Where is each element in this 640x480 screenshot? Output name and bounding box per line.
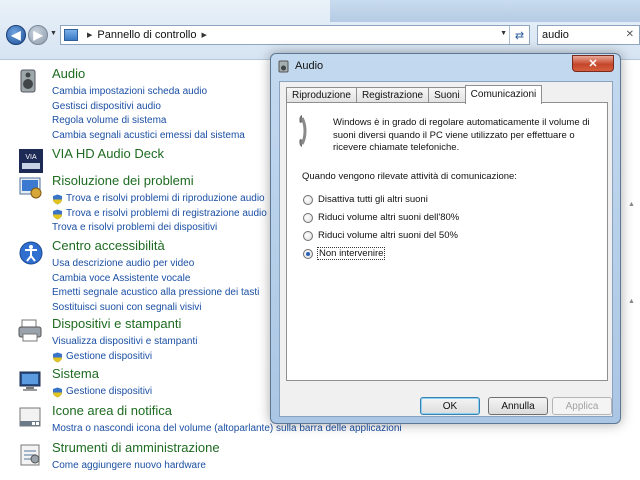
uac-shield-icon — [53, 194, 62, 205]
forward-button[interactable]: ▶ — [28, 25, 48, 45]
link-show-hide-volume-icon[interactable]: Mostra o nascondi icona del volume (alto… — [52, 422, 402, 437]
tab-strip: Riproduzione Registrazione Suoni Comunic… — [286, 85, 543, 104]
uac-shield-icon — [53, 209, 62, 219]
category-title[interactable]: Audio — [52, 66, 85, 81]
tab-playback[interactable]: Riproduzione — [286, 87, 357, 103]
printer-icon — [18, 319, 42, 342]
admin-tools-icon — [20, 444, 40, 466]
option-label: Riduci volume altri suoni dell'80% — [318, 212, 460, 223]
tab-sounds[interactable]: Suoni — [428, 87, 466, 103]
option-label: Non intervenire — [316, 247, 386, 260]
link-key-beep[interactable]: Emetti segnale acustico alla pressione d… — [52, 286, 259, 301]
category-title[interactable]: VIA HD Audio Deck — [52, 146, 164, 161]
via-deck-icon: VIA — [19, 149, 43, 173]
link-change-narrator-voice[interactable]: Cambia voce Assistente vocale — [52, 272, 259, 287]
apply-button[interactable]: Applica — [552, 397, 612, 415]
explorer-toolbar: ◀ ▶ ▼ ▶ Pannello di controllo ▶ ▼ ⇄ audi… — [0, 0, 640, 60]
option-reduce-50[interactable]: Riduci volume altri suoni del 50% — [303, 230, 458, 241]
category-title[interactable]: Icone area di notifica — [52, 403, 172, 418]
tab-recording[interactable]: Registrazione — [355, 87, 430, 103]
link-label: Gestione dispositivi — [66, 350, 153, 362]
recent-pages-dropdown[interactable]: ▼ — [50, 30, 57, 37]
category-title[interactable]: Dispositivi e stampanti — [52, 316, 181, 331]
close-icon: ✕ — [588, 58, 598, 70]
window-glass — [330, 0, 640, 22]
accessibility-icon — [19, 241, 43, 265]
control-panel-icon — [64, 29, 78, 41]
link-device-manager[interactable]: Gestione dispositivi — [52, 385, 152, 400]
radio-button[interactable] — [303, 248, 313, 259]
arrow-left-icon: ◀ — [11, 28, 21, 42]
ok-button[interactable]: OK — [420, 397, 480, 415]
chevron-up-icon: ▲ — [628, 201, 635, 208]
cancel-button[interactable]: Annulla — [488, 397, 548, 415]
link-adjust-system-volume[interactable]: Regola volume di sistema — [52, 114, 245, 129]
back-button[interactable]: ◀ — [6, 25, 26, 45]
category-title[interactable]: Sistema — [52, 366, 99, 381]
option-mute-all[interactable]: Disattiva tutti gli altri suoni — [303, 194, 428, 205]
link-troubleshoot-playback[interactable]: Trova e risolvi problemi di riproduzione… — [52, 192, 267, 207]
link-label: Trova e risolvi problemi di riproduzione… — [66, 193, 265, 204]
link-troubleshoot-recording[interactable]: Trova e risolvi problemi di registrazion… — [52, 207, 267, 222]
search-input[interactable]: audio ✕ — [537, 25, 640, 45]
tab-communications[interactable]: Comunicazioni — [464, 85, 543, 104]
close-button[interactable]: ✕ — [572, 55, 614, 72]
link-add-new-hardware[interactable]: Come aggiungere nuovo hardware — [52, 459, 206, 474]
link-manage-audio-devices[interactable]: Gestisci dispositivi audio — [52, 100, 245, 115]
phone-icon — [299, 115, 307, 147]
category-title[interactable]: Centro accessibilità — [52, 238, 165, 253]
option-do-nothing[interactable]: Non intervenire — [303, 247, 386, 260]
address-bar[interactable]: ▶ Pannello di controllo ▶ ▼ ⇄ — [60, 25, 530, 45]
dialog-title: Audio — [295, 60, 324, 72]
speaker-icon — [20, 69, 36, 93]
link-label: Gestione dispositivi — [66, 386, 153, 397]
breadcrumb-chevron-icon[interactable]: ▶ — [201, 31, 206, 39]
speaker-icon — [278, 60, 289, 73]
link-device-manager[interactable]: Gestione dispositivi — [52, 350, 197, 365]
refresh-button[interactable]: ⇄ — [509, 26, 529, 44]
category-title[interactable]: Risoluzione dei problemi — [52, 173, 194, 188]
breadcrumb-control-panel[interactable]: Pannello di controllo — [97, 29, 196, 41]
clear-search-icon[interactable]: ✕ — [626, 29, 634, 40]
link-view-devices-printers[interactable]: Visualizza dispositivi e stampanti — [52, 335, 197, 350]
link-visual-cues[interactable]: Sostituisci suoni con segnali visivi — [52, 301, 259, 316]
uac-shield-icon — [53, 352, 62, 362]
option-label: Disattiva tutti gli altri suoni — [318, 194, 428, 205]
dialog-body: Riproduzione Registrazione Suoni Comunic… — [279, 81, 613, 417]
radio-button[interactable] — [303, 212, 313, 223]
uac-shield-icon — [53, 387, 62, 398]
link-troubleshoot-devices[interactable]: Trova e risolvi problemi dei dispositivi — [52, 221, 267, 236]
link-change-sound-card-settings[interactable]: Cambia impostazioni scheda audio — [52, 85, 245, 100]
computer-icon — [19, 371, 41, 391]
audio-dialog: Audio ✕ Riproduzione Registrazione Suoni… — [270, 53, 621, 424]
radio-button[interactable] — [303, 230, 313, 241]
chevron-up-icon: ▲ — [628, 298, 635, 305]
svg-text:VIA: VIA — [25, 154, 37, 161]
communications-description: Windows è in grado di regolare automatic… — [333, 117, 590, 153]
radio-button[interactable] — [303, 194, 313, 205]
address-dropdown-icon[interactable]: ▼ — [500, 30, 507, 37]
arrow-right-icon: ▶ — [33, 28, 43, 42]
refresh-icon: ⇄ — [514, 29, 525, 42]
search-value: audio — [542, 29, 569, 41]
option-reduce-80[interactable]: Riduci volume altri suoni dell'80% — [303, 212, 459, 223]
link-label: Trova e risolvi problemi di registrazion… — [66, 207, 267, 219]
notification-area-icon — [19, 407, 41, 427]
communications-panel: Windows è in grado di regolare automatic… — [286, 102, 608, 381]
category-title[interactable]: Strumenti di amministrazione — [52, 440, 220, 455]
troubleshoot-icon — [19, 177, 42, 199]
breadcrumb-chevron-icon[interactable]: ▶ — [87, 31, 92, 39]
scrollbar[interactable]: ▲ ▲ — [628, 201, 636, 395]
link-audio-description[interactable]: Usa descrizione audio per video — [52, 257, 259, 272]
link-change-system-sounds[interactable]: Cambia segnali acustici emessi dal siste… — [52, 129, 245, 144]
option-label: Riduci volume altri suoni del 50% — [318, 230, 458, 241]
communications-question: Quando vengono rilevate attività di comu… — [302, 171, 517, 182]
